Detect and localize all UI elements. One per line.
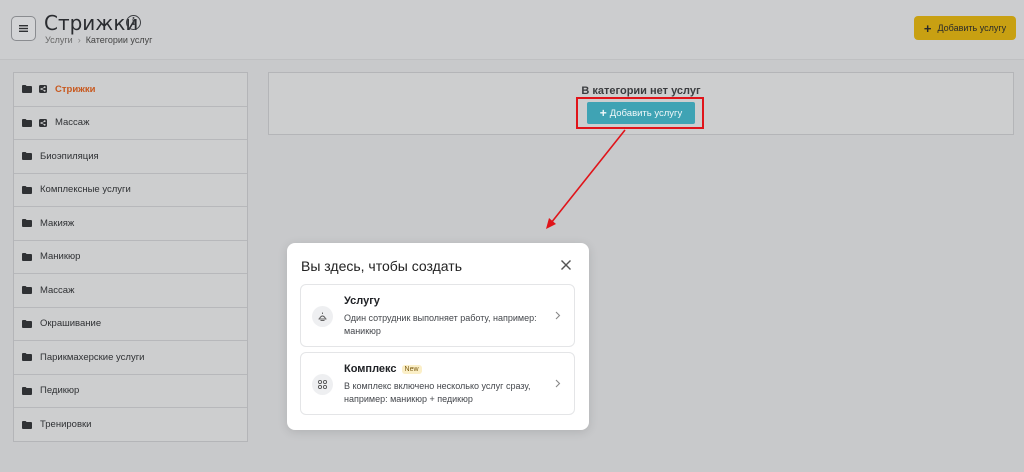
empty-category-text: В категории нет услуг (581, 85, 701, 97)
add-service-button[interactable]: + Добавить услугу (914, 16, 1016, 40)
chevron-right-icon: › (77, 35, 81, 45)
sidebar-item[interactable]: Биоэпиляция (14, 140, 247, 174)
sidebar-item-label: Макияж (40, 217, 75, 229)
sidebar-item-label: Биоэпиляция (40, 150, 99, 162)
sidebar-item-label: Парикмахерские услуги (40, 351, 145, 363)
breadcrumb-item-categories: Категории услуг (85, 35, 153, 45)
folder-icon (22, 85, 32, 94)
option-complex-title: Комплекс New (344, 363, 422, 375)
folder-icon (22, 286, 32, 295)
folder-icon (22, 118, 32, 127)
sidebar-item-label: Стрижки (55, 83, 96, 95)
sidebar-item[interactable]: Тренировки (14, 408, 247, 442)
option-service-title: Услугу (344, 295, 380, 307)
sidebar-item[interactable]: Педикюр (14, 375, 247, 408)
folder-icon (22, 219, 32, 228)
folder-icon (22, 152, 32, 161)
share-icon[interactable] (39, 85, 47, 94)
option-complex-title-text: Комплекс (344, 363, 397, 375)
sidebar-item[interactable]: Парикмахерские услуги (14, 341, 247, 375)
sidebar-item[interactable]: Маникюр (14, 241, 247, 274)
sidebar-item[interactable]: Макияж (14, 207, 247, 241)
folder-icon (22, 386, 32, 395)
option-service-title-text: Услугу (344, 295, 380, 307)
sidebar-item-label: Массаж (55, 117, 90, 129)
add-service-button-label: Добавить услугу (937, 23, 1007, 33)
breadcrumb-item-services[interactable]: Услуги (45, 35, 73, 45)
chevron-right-icon (555, 311, 561, 320)
folder-icon (22, 353, 32, 362)
sidebar-item-label: Педикюр (40, 385, 80, 397)
sidebar-item[interactable]: Комплексные услуги (14, 174, 247, 207)
add-service-inline-button[interactable]: + Добавить услугу (587, 102, 695, 124)
folder-icon (22, 252, 32, 261)
plus-icon: + (923, 20, 932, 36)
folder-icon (22, 185, 32, 194)
modal-title: Вы здесь, чтобы создать (301, 258, 462, 274)
sidebar-item-label: Маникюр (40, 251, 81, 263)
page-title: Стрижки (44, 11, 139, 35)
sidebar-item-label: Массаж (40, 284, 75, 296)
category-sidebar: Стрижки Массаж Биоэпиляция Комплексные услу… (13, 72, 248, 442)
page-header: Стрижки i Услуги › Категории услуг + Доб… (0, 0, 1024, 60)
sidebar-item-label: Окрашивание (40, 318, 102, 330)
hamburger-icon (19, 25, 28, 32)
option-service-description: Один сотрудник выполняет работу, наприме… (344, 313, 537, 336)
breadcrumb: Услуги › Категории услуг (45, 35, 152, 45)
share-icon[interactable] (39, 118, 47, 127)
new-badge: New (401, 364, 422, 374)
option-complex-description: В комплекс включено несколько услуг сраз… (344, 381, 531, 404)
add-service-inline-label: Добавить услугу (609, 107, 683, 119)
menu-button[interactable] (11, 16, 36, 41)
option-complex[interactable]: Комплекс New В комплекс включено несколь… (300, 352, 575, 415)
plus-icon: + (599, 106, 607, 120)
option-service[interactable]: Услугу Один сотрудник выполняет работу, … (300, 284, 575, 347)
sidebar-item[interactable]: Массаж (14, 107, 247, 140)
sidebar-item-label: Тренировки (40, 419, 92, 431)
complex-icon (312, 374, 333, 395)
chevron-right-icon (555, 379, 561, 388)
folder-icon (22, 420, 32, 429)
close-icon[interactable] (559, 258, 573, 272)
info-icon[interactable]: i (126, 15, 141, 30)
sidebar-item[interactable]: Стрижки (14, 73, 247, 107)
service-icon (312, 306, 333, 327)
folder-icon (22, 319, 32, 328)
sidebar-item[interactable]: Окрашивание (14, 308, 247, 341)
create-type-modal: Вы здесь, чтобы создать Услугу Один сотр… (287, 243, 589, 430)
sidebar-item-label: Комплексные услуги (40, 184, 131, 196)
sidebar-item[interactable]: Массаж (14, 274, 247, 308)
